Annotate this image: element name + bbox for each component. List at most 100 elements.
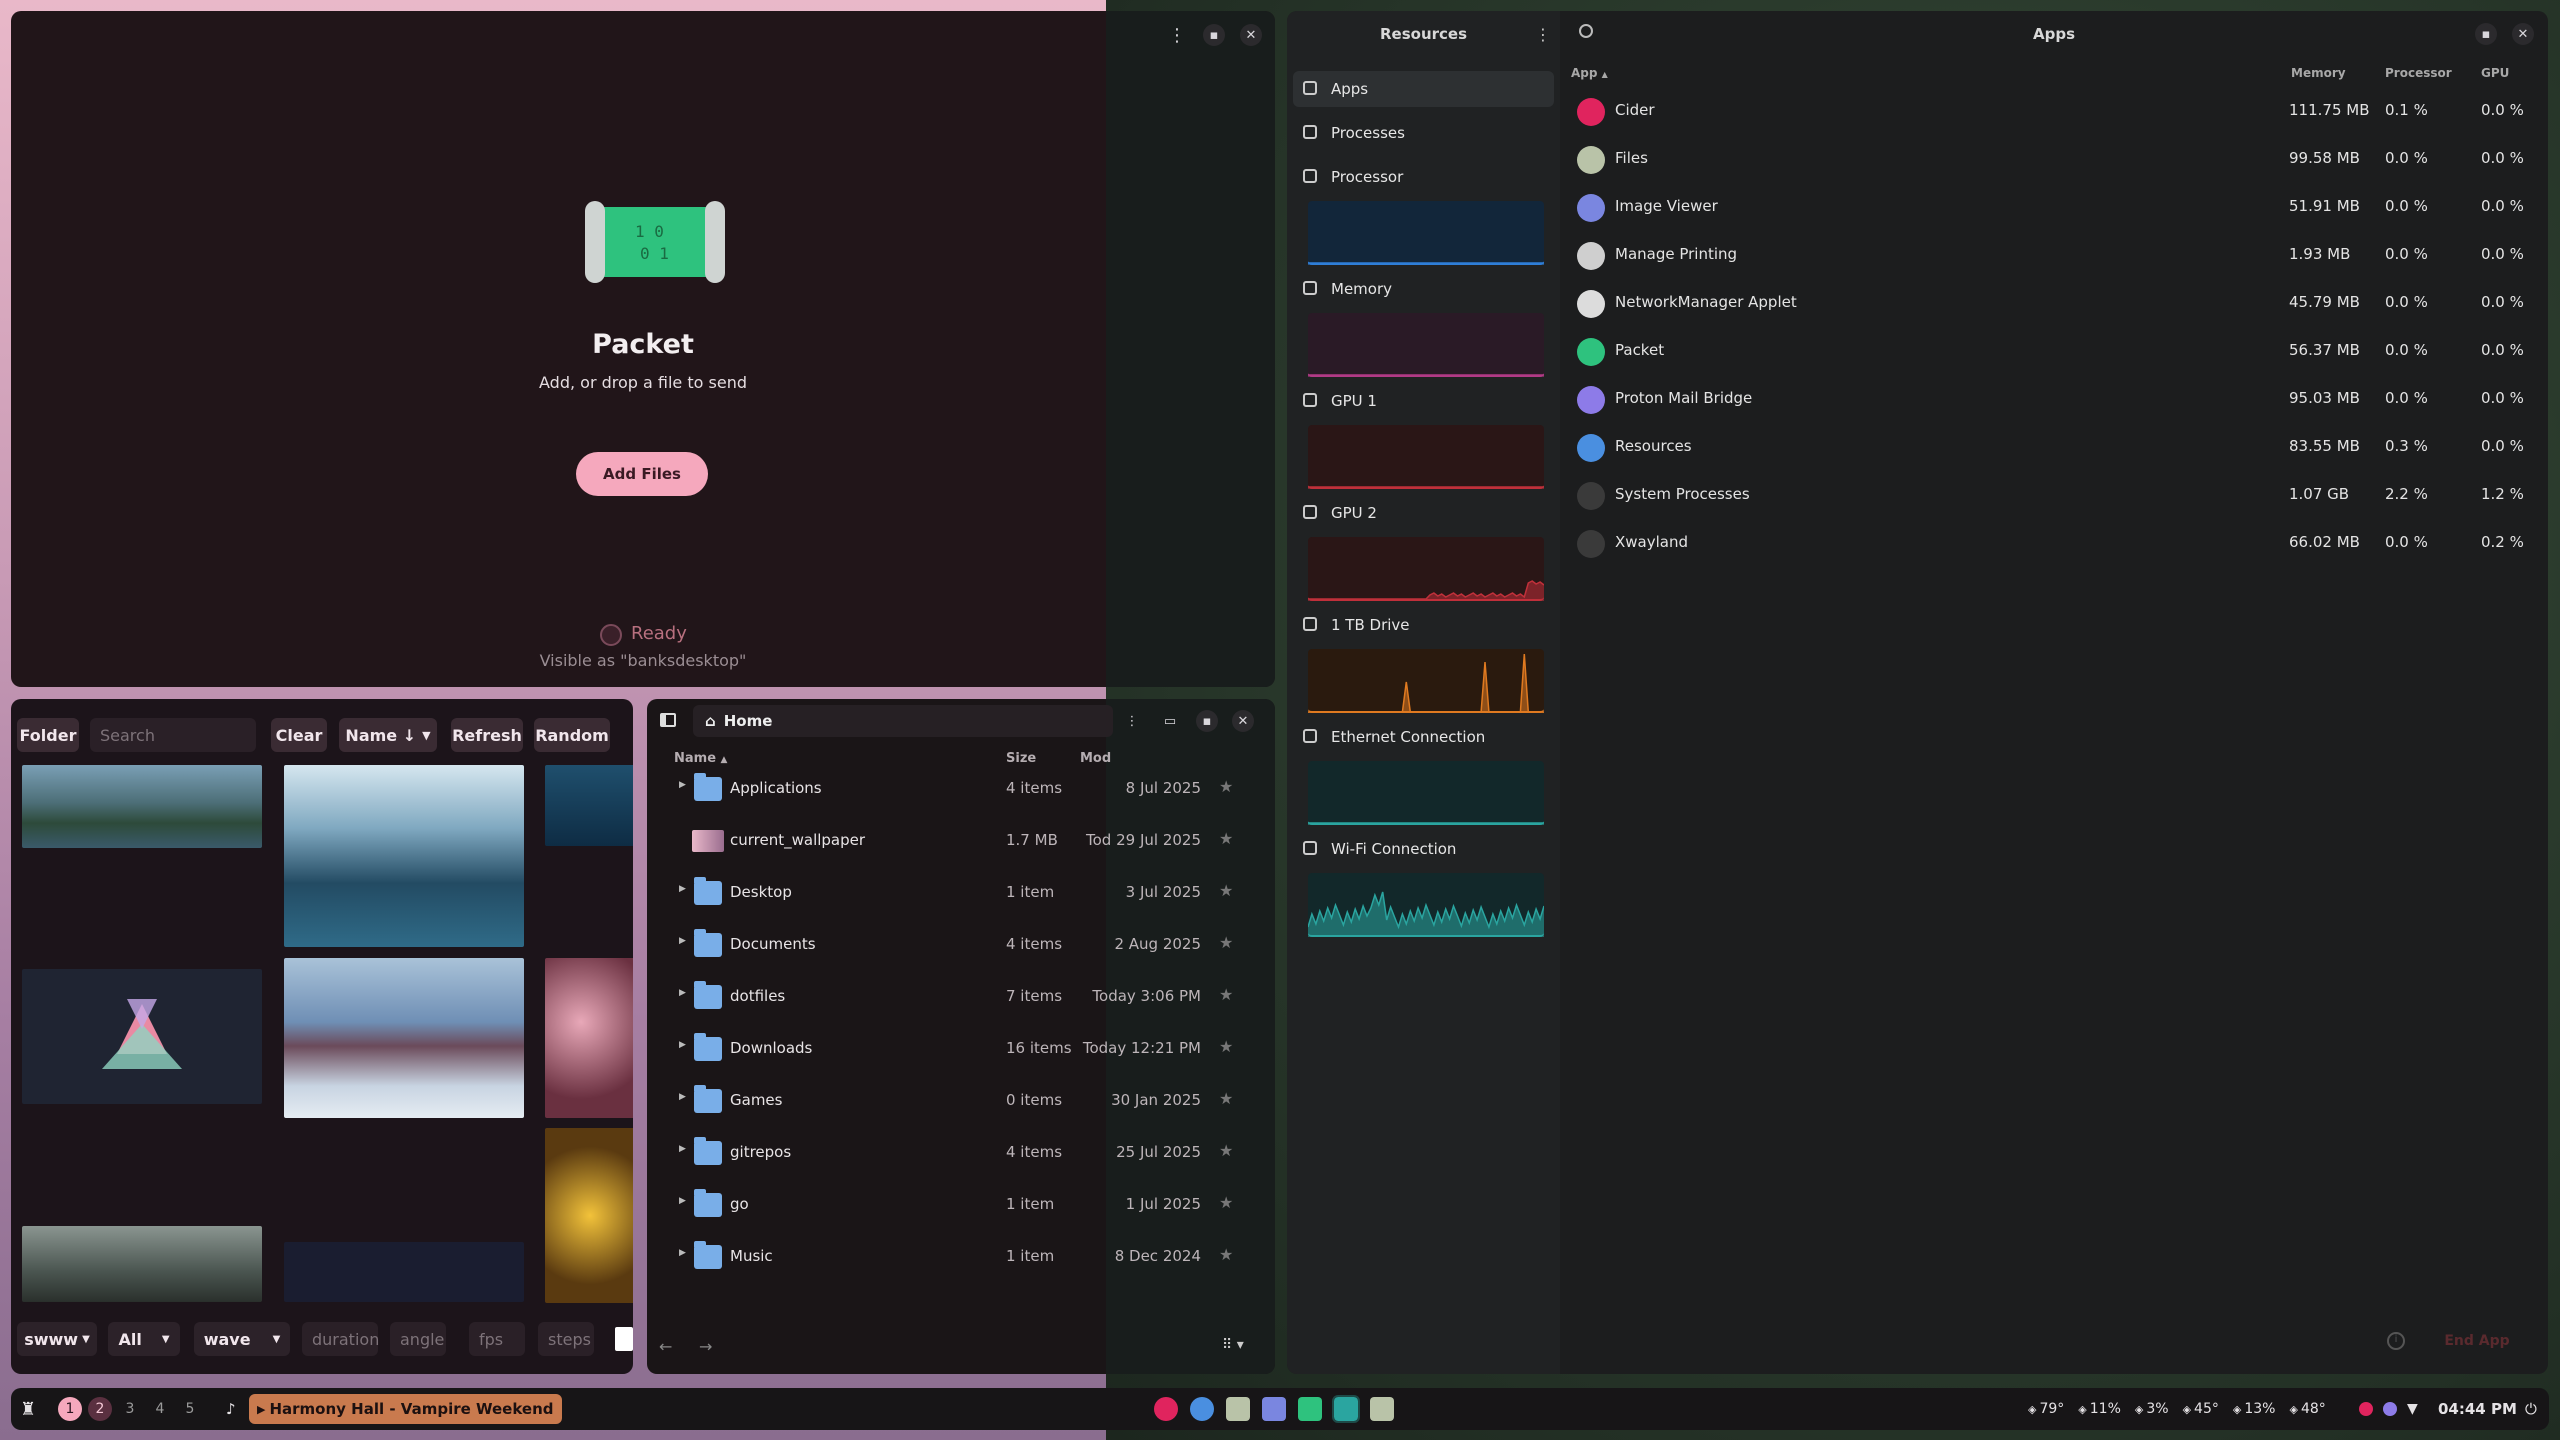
cider-icon[interactable] — [1154, 1397, 1178, 1421]
app-row[interactable]: Cider 111.75 MB 0.1 % 0.0 % — [1569, 86, 2539, 134]
wallpaper-thumb-lake[interactable] — [22, 765, 262, 848]
end-app-button[interactable]: End App — [2427, 1326, 2527, 1356]
steps-input[interactable]: steps — [538, 1322, 594, 1356]
launcher-icon[interactable]: ♜ — [20, 1388, 36, 1430]
files-icon[interactable] — [1226, 1397, 1250, 1421]
wallpaper-thumb-forest-fog[interactable] — [22, 1226, 262, 1302]
angle-input[interactable]: angle — [390, 1322, 446, 1356]
file-row[interactable]: ▶ go 1 item 1 Jul 2025 ★ — [647, 1179, 1275, 1231]
maximize-icon[interactable]: ▪ — [1196, 710, 1218, 732]
app-row[interactable]: System Processes 1.07 GB 2.2 % 1.2 % — [1569, 470, 2539, 518]
sidebar-item-processes[interactable]: Processes — [1293, 115, 1554, 151]
sidebar-item-processor[interactable]: Processor — [1293, 159, 1554, 195]
menu-icon[interactable]: ⋮ — [1121, 710, 1143, 732]
transition-select[interactable]: wave ▼ — [194, 1322, 290, 1356]
back-icon[interactable]: ← — [659, 1337, 672, 1356]
clear-button[interactable]: Clear — [271, 718, 327, 752]
sidebar-item-wi-fi-connection[interactable]: Wi-Fi Connection — [1293, 831, 1554, 867]
files-icon[interactable] — [1370, 1397, 1394, 1421]
file-row[interactable]: ▶ Music 1 item 8 Dec 2024 ★ — [647, 1231, 1275, 1283]
view-grid-icon[interactable]: ⠿ ▾ — [1222, 1337, 1244, 1353]
stat-temp-icon[interactable]: ◈ 79° — [2028, 1401, 2064, 1417]
location-bar[interactable]: ⌂ Home — [693, 705, 1113, 737]
workspace-2[interactable]: 2 — [88, 1397, 112, 1421]
refresh-button[interactable]: Refresh — [451, 718, 523, 752]
sidebar-item-apps[interactable]: Apps — [1293, 71, 1554, 107]
wifi-icon[interactable]: ▼ — [2407, 1401, 2418, 1417]
sidebar-item-1-tb-drive[interactable]: 1 TB Drive — [1293, 607, 1554, 643]
sidebar-item-gpu-1[interactable]: GPU 1 — [1293, 383, 1554, 419]
sidebar-toggle-icon[interactable] — [660, 713, 676, 727]
workspace-4[interactable]: 4 — [148, 1397, 172, 1421]
expander-icon[interactable]: ▶ — [679, 1092, 686, 1102]
folder-button[interactable]: Folder — [17, 718, 79, 752]
star-icon[interactable]: ★ — [1219, 933, 1233, 952]
expander-icon[interactable]: ▶ — [679, 780, 686, 790]
stat-cpu-temp-icon[interactable]: ◈ 45° — [2183, 1401, 2219, 1417]
star-icon[interactable]: ★ — [1219, 1245, 1233, 1264]
star-icon[interactable]: ★ — [1219, 985, 1233, 1004]
workspace-3[interactable]: 3 — [118, 1397, 142, 1421]
close-icon[interactable]: ✕ — [1232, 710, 1254, 732]
sidebar-item-ethernet-connection[interactable]: Ethernet Connection — [1293, 719, 1554, 755]
close-icon[interactable]: ✕ — [1240, 24, 1262, 46]
app-row[interactable]: Manage Printing 1.93 MB 0.0 % 0.0 % — [1569, 230, 2539, 278]
search-input[interactable]: Search — [90, 718, 256, 752]
file-row[interactable]: current_wallpaper 1.7 MB Tod 29 Jul 2025 ★ — [647, 815, 1275, 867]
star-icon[interactable]: ★ — [1219, 1089, 1233, 1108]
column-memory[interactable]: Memory — [2291, 66, 2346, 80]
app-row[interactable]: Xwayland 66.02 MB 0.0 % 0.2 % — [1569, 518, 2539, 566]
star-icon[interactable]: ★ — [1219, 1141, 1233, 1160]
sidebar-item-memory[interactable]: Memory — [1293, 271, 1554, 307]
sort-button[interactable]: Name ↓ ▼ — [339, 718, 437, 752]
file-row[interactable]: ▶ Documents 4 items 2 Aug 2025 ★ — [647, 919, 1275, 971]
star-icon[interactable]: ★ — [1219, 1037, 1233, 1056]
file-row[interactable]: ▶ Desktop 1 item 3 Jul 2025 ★ — [647, 867, 1275, 919]
file-row[interactable]: ▶ Downloads 16 items Today 12:21 PM ★ — [647, 1023, 1275, 1075]
power-icon[interactable]: ⏻ — [2525, 1388, 2537, 1430]
clock[interactable]: 04:44 PM — [2438, 1388, 2517, 1430]
app-row[interactable]: Packet 56.37 MB 0.0 % 0.0 % — [1569, 326, 2539, 374]
app-row[interactable]: Image Viewer 51.91 MB 0.0 % 0.0 % — [1569, 182, 2539, 230]
star-icon[interactable]: ★ — [1219, 829, 1233, 848]
app-row[interactable]: Files 99.58 MB 0.0 % 0.0 % — [1569, 134, 2539, 182]
app-row[interactable]: Proton Mail Bridge 95.03 MB 0.0 % 0.0 % — [1569, 374, 2539, 422]
packet-icon[interactable] — [1298, 1397, 1322, 1421]
star-icon[interactable]: ★ — [1219, 777, 1233, 796]
file-row[interactable]: ▶ Applications 4 items 8 Jul 2025 ★ — [647, 763, 1275, 815]
wallpaper-thumb-sunflowers[interactable] — [545, 1128, 633, 1303]
expander-icon[interactable]: ▶ — [679, 1248, 686, 1258]
expander-icon[interactable]: ▶ — [679, 1144, 686, 1154]
star-icon[interactable]: ★ — [1219, 1193, 1233, 1212]
backend-select[interactable]: swww ▼ — [17, 1322, 97, 1356]
forward-icon[interactable]: → — [699, 1337, 712, 1356]
expander-icon[interactable]: ▶ — [679, 884, 686, 894]
column-gpu[interactable]: GPU — [2481, 66, 2509, 80]
duration-input[interactable]: duration — [302, 1322, 379, 1356]
random-button[interactable]: Random — [534, 718, 610, 752]
wallpaper-thumb-rocks[interactable] — [284, 958, 524, 1118]
menu-icon[interactable]: ⋮ — [1535, 25, 1551, 44]
sidebar-item-gpu-2[interactable]: GPU 2 — [1293, 495, 1554, 531]
resources-icon[interactable] — [1190, 1397, 1214, 1421]
fps-input[interactable]: fps — [469, 1322, 525, 1356]
terminal-icon[interactable] — [1332, 1395, 1360, 1423]
expander-icon[interactable]: ▶ — [679, 936, 686, 946]
stat-gpu-temp-icon[interactable]: ◈ 48° — [2289, 1401, 2325, 1417]
stat-cpu-icon[interactable]: ◈ 3% — [2135, 1401, 2169, 1417]
new-folder-icon[interactable]: ▭ — [1159, 710, 1181, 732]
expander-icon[interactable]: ▶ — [679, 1196, 686, 1206]
file-row[interactable]: ▶ dotfiles 7 items Today 3:06 PM ★ — [647, 971, 1275, 1023]
wallpaper-thumb-ocean[interactable] — [545, 765, 633, 846]
stat-gpu-icon[interactable]: ◈ 13% — [2233, 1401, 2276, 1417]
now-playing[interactable]: ▶ Harmony Hall - Vampire Weekend — [249, 1394, 562, 1424]
cider-tray-icon[interactable] — [2359, 1402, 2373, 1416]
filter-select[interactable]: All ▼ — [108, 1322, 180, 1356]
menu-icon[interactable]: ⋮ — [1166, 24, 1188, 46]
workspace-1[interactable]: 1 — [58, 1397, 82, 1421]
color-swatch[interactable] — [615, 1327, 633, 1351]
add-files-button[interactable]: Add Files — [576, 452, 708, 496]
column-processor[interactable]: Processor — [2385, 66, 2452, 80]
star-icon[interactable]: ★ — [1219, 881, 1233, 900]
app-row[interactable]: NetworkManager Applet 45.79 MB 0.0 % 0.0… — [1569, 278, 2539, 326]
